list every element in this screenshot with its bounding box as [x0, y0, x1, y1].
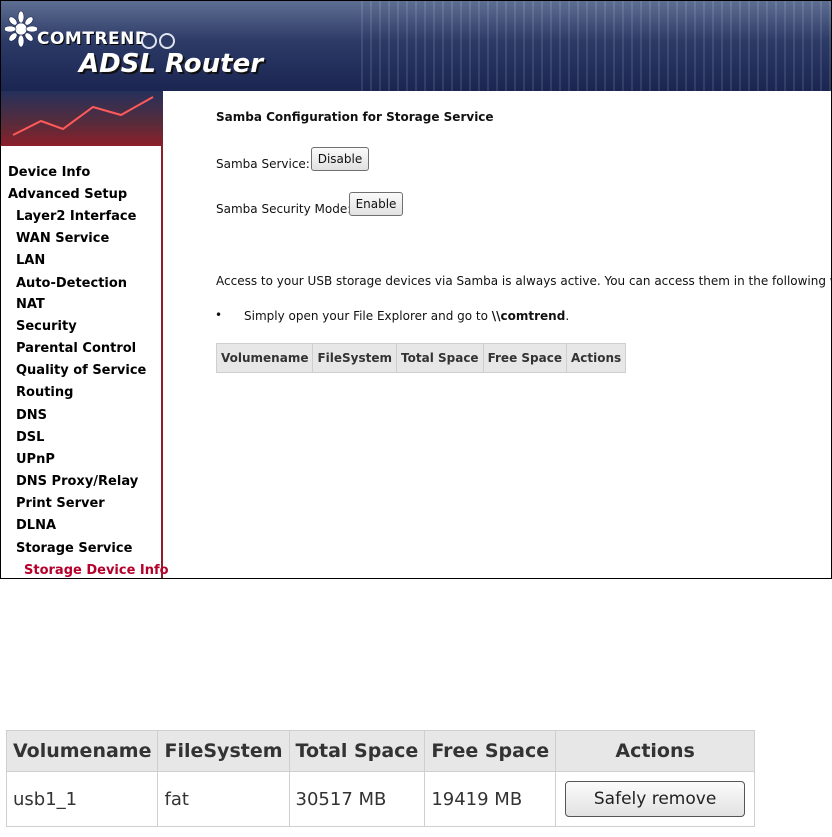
globe-logo-icon: [5, 10, 37, 48]
graph-line-icon: [12, 96, 154, 136]
cell-actions: Safely remove: [556, 772, 755, 826]
sidebar-item-dsl[interactable]: DSL: [16, 430, 44, 445]
cell-free-space: 19419 MB: [425, 772, 556, 826]
sidebar-item-wan-service[interactable]: WAN Service: [16, 231, 109, 246]
table-header-row: Volumename FileSystem Total Space Free S…: [217, 344, 626, 372]
samba-service-disable-button[interactable]: Disable: [311, 147, 369, 171]
samba-security-mode-label: Samba Security Mode:: [216, 202, 352, 216]
sidebar-item-dns-proxy-relay[interactable]: DNS Proxy/Relay: [16, 474, 138, 489]
safely-remove-button[interactable]: Safely remove: [565, 781, 746, 817]
instruction-suffix: .: [565, 309, 570, 323]
sidebar-item-routing[interactable]: Routing: [16, 385, 73, 400]
access-info-text: Access to your USB storage devices via S…: [216, 274, 832, 288]
cell-volumename: usb1_1: [7, 772, 158, 826]
router-window: COMTREND ADSL Router Samba Configuration…: [0, 0, 832, 579]
col-volumename: Volumename: [217, 344, 313, 372]
col-actions: Actions: [566, 344, 626, 372]
sidebar-item-parental-control[interactable]: Parental Control: [16, 341, 136, 356]
samba-service-label: Samba Service:: [216, 157, 310, 171]
banner-graphic: [1, 91, 163, 146]
table-header-row: Volumename FileSystem Total Space Free S…: [7, 731, 755, 771]
banner-stripes: [361, 1, 831, 91]
sidebar-item-print-server[interactable]: Print Server: [16, 496, 105, 511]
brand-name: COMTREND: [37, 29, 150, 49]
product-name: ADSL Router: [79, 49, 264, 79]
col-total-space: Total Space: [289, 731, 425, 771]
sidebar-item-auto-detection[interactable]: Auto-Detection: [16, 276, 127, 291]
sidebar-item-security[interactable]: Security: [16, 319, 77, 334]
network-path: \\comtrend: [491, 309, 566, 323]
cell-filesystem: fat: [158, 772, 289, 826]
sidebar-item-storage-service[interactable]: Storage Service: [16, 541, 132, 556]
sidebar-item-quality-of-service[interactable]: Quality of Service: [16, 363, 146, 378]
col-filesystem: FileSystem: [158, 731, 289, 771]
col-actions: Actions: [556, 731, 755, 771]
sidebar-item-dns[interactable]: DNS: [16, 408, 47, 423]
sidebar-item-dlna[interactable]: DLNA: [16, 518, 56, 533]
col-volumename: Volumename: [7, 731, 158, 771]
table-row: usb1_1 fat 30517 MB 19419 MB Safely remo…: [7, 772, 755, 826]
sidebar-item-advanced-setup[interactable]: Advanced Setup: [8, 187, 127, 202]
col-total-space: Total Space: [397, 344, 483, 372]
sidebar-nav: Device Info Advanced Setup Layer2 Interf…: [1, 146, 169, 578]
storage-volume-table-detail: Volumename FileSystem Total Space Free S…: [6, 730, 756, 827]
cell-total-space: 30517 MB: [289, 772, 425, 826]
bullet-dot-icon: •: [215, 308, 223, 322]
col-free-space: Free Space: [425, 731, 556, 771]
content-panel: Samba Configuration for Storage Service …: [163, 93, 832, 578]
brand-dots-icon: [141, 33, 175, 49]
sidebar-item-nat[interactable]: NAT: [16, 297, 45, 312]
storage-volume-table: Volumename FileSystem Total Space Free S…: [216, 343, 627, 373]
page-title: Samba Configuration for Storage Service: [216, 110, 494, 124]
sidebar-item-upnp[interactable]: UPnP: [16, 452, 55, 467]
sidebar-item-storage-device-info[interactable]: Storage Device Info: [24, 563, 169, 578]
col-free-space: Free Space: [483, 344, 566, 372]
header-banner: COMTREND ADSL Router: [1, 1, 831, 91]
sidebar-item-lan[interactable]: LAN: [16, 253, 45, 268]
instruction-prefix: Simply open your File Explorer and go to: [244, 309, 492, 323]
access-instruction: Simply open your File Explorer and go to…: [244, 309, 569, 323]
col-filesystem: FileSystem: [313, 344, 397, 372]
samba-security-mode-enable-button[interactable]: Enable: [349, 192, 403, 216]
sidebar-item-device-info[interactable]: Device Info: [8, 165, 90, 180]
sidebar-item-layer2-interface[interactable]: Layer2 Interface: [16, 209, 136, 224]
